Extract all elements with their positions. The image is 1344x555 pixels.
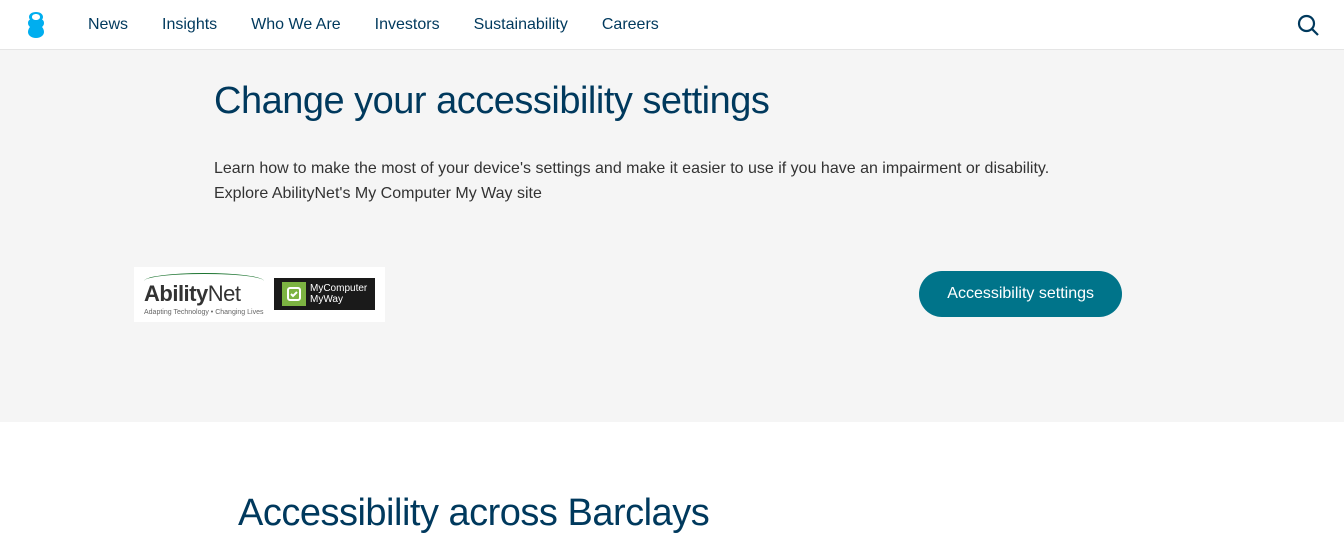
nav-item-who-we-are[interactable]: Who We Are: [251, 16, 341, 34]
nav-item-sustainability[interactable]: Sustainability: [474, 16, 568, 34]
abilitynet-tagline: Adapting Technology • Changing Lives: [144, 309, 264, 316]
section-heading: Change your accessibility settings: [214, 80, 1130, 123]
mcmw-line2: MyWay: [310, 294, 343, 305]
accessibility-across-barclays-section: Accessibility across Barclays: [0, 422, 1344, 555]
description-line-2: Explore AbilityNet's My Computer My Way …: [214, 185, 542, 202]
primary-nav: News Insights Who We Are Investors Susta…: [88, 16, 1296, 34]
section-description: Learn how to make the most of your devic…: [214, 157, 1084, 207]
barclays-eagle-logo-icon[interactable]: [24, 12, 48, 38]
mycomputer-myway-logo: MyComputer MyWay: [274, 278, 375, 310]
mcmw-check-icon: [282, 282, 306, 306]
mcmw-line1: MyComputer: [310, 283, 367, 294]
abilitynet-arc-icon: [144, 273, 264, 281]
search-icon[interactable]: [1296, 13, 1320, 37]
accessibility-settings-button[interactable]: Accessibility settings: [919, 271, 1122, 317]
accessibility-settings-section: Change your accessibility settings Learn…: [0, 50, 1344, 422]
nav-item-careers[interactable]: Careers: [602, 16, 659, 34]
logo-cta-row: AbilityNet Adapting Technology • Changin…: [134, 267, 1130, 322]
abilitynet-bold: Ability: [144, 281, 208, 306]
description-line-1: Learn how to make the most of your devic…: [214, 160, 1049, 177]
section2-heading: Accessibility across Barclays: [238, 492, 1344, 535]
nav-item-news[interactable]: News: [88, 16, 128, 34]
abilitynet-logo: AbilityNet Adapting Technology • Changin…: [144, 273, 264, 316]
content-wrap: Change your accessibility settings Learn…: [134, 80, 1210, 322]
site-header: News Insights Who We Are Investors Susta…: [0, 0, 1344, 50]
mcmw-text: MyComputer MyWay: [310, 283, 367, 305]
abilitynet-light: Net: [208, 281, 241, 306]
abilitynet-wordmark: AbilityNet: [144, 281, 264, 307]
nav-item-investors[interactable]: Investors: [375, 16, 440, 34]
nav-item-insights[interactable]: Insights: [162, 16, 217, 34]
abilitynet-partner-logo: AbilityNet Adapting Technology • Changin…: [134, 267, 385, 322]
